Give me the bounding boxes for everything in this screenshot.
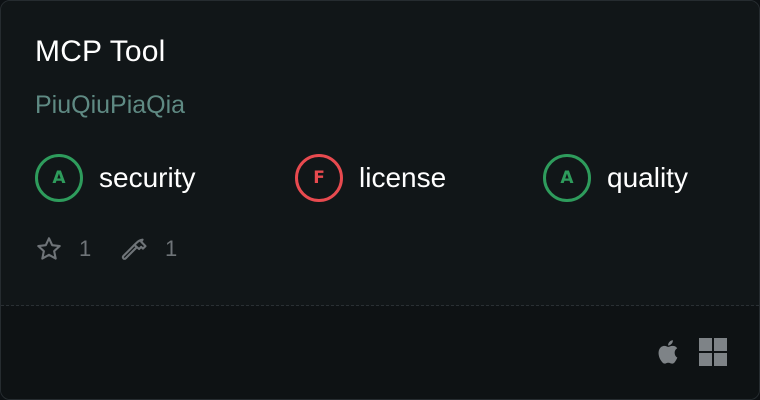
tool-author[interactable]: PiuQiuPiaQia [35, 91, 185, 120]
grade-badge-license: F [295, 154, 343, 202]
card-footer [1, 306, 759, 399]
star-icon [35, 235, 63, 263]
grade-quality: A quality [543, 154, 688, 202]
tool-title[interactable]: MCP Tool [35, 35, 166, 69]
apple-icon [655, 337, 683, 372]
tools-count: 1 [165, 236, 178, 261]
hammer-icon [121, 235, 149, 263]
grade-license: F license [295, 154, 446, 202]
stars-count: 1 [79, 236, 92, 261]
tool-card[interactable]: MCP Tool PiuQiuPiaQia A security F licen… [0, 0, 760, 400]
windows-icon [699, 337, 727, 372]
tools-stat: 1 [121, 233, 177, 265]
grade-label-security: security [99, 162, 196, 193]
grade-label-quality: quality [607, 162, 688, 193]
grade-badge-quality: A [543, 154, 591, 202]
grade-badge-security: A [35, 154, 83, 202]
grade-security: A security [35, 154, 195, 202]
grade-label-license: license [359, 162, 447, 193]
stars-stat: 1 [35, 233, 91, 265]
